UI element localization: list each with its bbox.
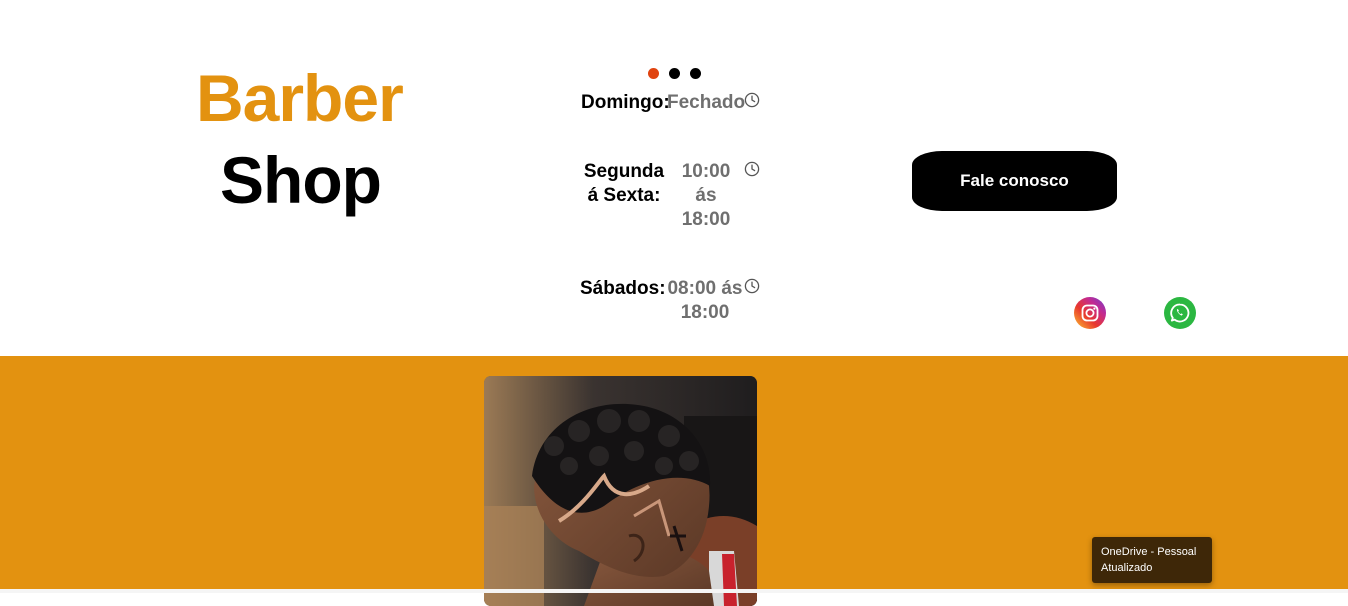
carousel-dot-3[interactable] — [690, 68, 701, 79]
hours-sunday-value: Fechado — [667, 92, 746, 113]
hours-weekday-label-line1: Segunda — [583, 161, 665, 182]
hours-weekday-value-line1: 10:00 — [681, 161, 731, 182]
carousel-dot-1[interactable] — [648, 68, 659, 79]
instagram-link[interactable] — [1074, 297, 1106, 329]
notification-status: Atualizado — [1101, 562, 1153, 574]
hours-weekday-label-line2: á Sexta: — [587, 185, 661, 206]
whatsapp-icon — [1170, 303, 1190, 323]
hours-sunday-label: Domingo: — [581, 92, 670, 113]
hours-saturday-value-line1: 08:00 ás — [667, 278, 743, 299]
hours-weekday-label: Segunda á Sexta: — [580, 160, 668, 208]
whatsapp-link[interactable] — [1164, 297, 1196, 329]
hours-weekday-value-line3: 18:00 — [681, 209, 731, 230]
clock-icon — [744, 92, 760, 108]
logo-barber-text: Barber — [196, 61, 404, 135]
hours-weekday-value: 10:00 ás 18:00 — [676, 160, 736, 232]
notification-title: OneDrive - Pessoal — [1101, 546, 1197, 558]
clock-icon — [744, 161, 760, 177]
hours-saturday-value: 08:00 ás 18:00 — [663, 277, 747, 325]
instagram-icon — [1081, 304, 1099, 322]
hours-weekday-value-line2: ás — [695, 185, 717, 206]
onedrive-notification[interactable]: OneDrive - Pessoal Atualizado — [1092, 537, 1212, 583]
clock-icon — [744, 278, 760, 294]
contact-button[interactable]: Fale conosco — [912, 151, 1117, 211]
hours-saturday-label: Sábados: — [580, 278, 666, 299]
site-header: Barber Shop Domingo: Fechado Segunda á S… — [0, 0, 1348, 356]
page-bottom-strip — [0, 589, 1348, 593]
haircut-image — [484, 376, 757, 606]
hours-saturday-value-line2: 18:00 — [680, 302, 730, 323]
carousel-dot-2[interactable] — [669, 68, 680, 79]
carousel-dots — [648, 68, 701, 79]
barber-haircut-photo — [484, 376, 757, 606]
logo-shop-text: Shop — [220, 143, 382, 217]
